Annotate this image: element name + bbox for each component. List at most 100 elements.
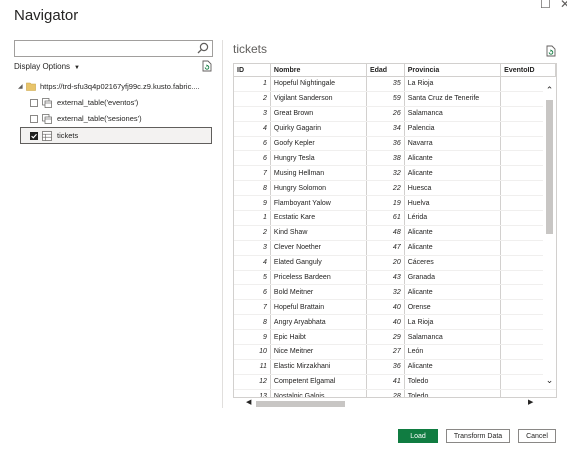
refresh-icon[interactable] [201,60,212,72]
cell-id: 2 [234,91,271,107]
preview-title: tickets [233,42,268,56]
cell-provincia: Alicante [404,165,502,182]
cell-provincia: Orense [404,299,502,316]
table-row[interactable]: 2 Vigilant Sanderson 59 Santa Cruz de Tener… [234,91,556,107]
cell-id: 1 [234,76,271,92]
cell-nombre: Elated Ganguly [270,255,367,271]
checkbox[interactable] [30,99,38,107]
scroll-thumb[interactable] [546,100,553,234]
table-row[interactable]: 12 Competent Elgamal 41 Toledo [234,374,556,390]
cell-edad: 34 [366,121,405,137]
checkbox[interactable] [30,115,38,123]
cell-id: 12 [234,374,271,390]
preview-grid[interactable]: ID Nombre Edad Provincia EventoID 1 Hopef… [233,63,557,398]
cell-provincia: Salamanca [404,106,502,122]
cell-provincia: Huelva [404,195,502,212]
table-row[interactable]: 1 Ecstatic Kare 61 Lérida [234,210,556,226]
tree-root-label: https://trd-sfu3q4p02167yfj99c.z9.kusto.… [40,82,200,91]
search-icon[interactable] [197,42,209,54]
cell-nombre: Hungry Tesla [270,150,367,167]
table-row[interactable]: 3 Clever Noether 47 Alicante [234,240,556,256]
cell-nombre: Priceless Bardeen [270,270,367,286]
cell-nombre: Nice Meitner [270,344,367,360]
scroll-down-icon[interactable]: ⌄ [544,375,555,385]
table-row[interactable]: 6 Bold Meitner 32 Alicante [234,284,556,301]
table-row[interactable]: 9 Epic Haibt 29 Salamanca [234,329,556,346]
table-row[interactable]: 7 Hopeful Brattain 40 Orense [234,299,556,316]
cell-provincia: Alicante [404,359,502,375]
table-row[interactable]: 4 Quirky Gagarin 34 Palencia [234,121,556,137]
cancel-button[interactable]: Cancel [518,429,556,443]
chevron-down-icon: ▼ [74,65,80,71]
table-row[interactable]: 13 Nostalgic Galois 28 Toledo [234,389,556,397]
transform-data-button[interactable]: Transform Data [446,429,510,443]
table-row[interactable]: 2 Kind Shaw 48 Alicante [234,225,556,241]
cell-provincia: León [404,344,502,360]
scroll-thumb[interactable] [256,401,345,407]
cell-edad: 41 [366,374,405,390]
cell-edad: 28 [366,389,405,397]
column-header-nombre[interactable]: Nombre [270,64,367,77]
cell-id: 11 [234,359,271,375]
column-header-eventoid[interactable]: EventoID [500,64,556,77]
cell-provincia: Salamanca [404,329,502,346]
table-row[interactable]: 6 Hungry Tesla 38 Alicante [234,150,556,167]
folder-icon [26,82,36,91]
search-box [14,40,213,57]
table-row[interactable]: 4 Elated Ganguly 20 Cáceres [234,255,556,271]
table-row[interactable]: 10 Nice Meitner 27 León [234,344,556,360]
table-row[interactable]: 5 Priceless Bardeen 43 Granada [234,270,556,286]
column-header-provincia[interactable]: Provincia [404,64,502,77]
table-row[interactable]: 3 Great Brown 26 Salamanca [234,106,556,122]
restore-icon[interactable]: ☐ [540,0,551,11]
expand-arrow-icon[interactable]: ◢ [18,83,23,90]
cell-id: 8 [234,180,271,197]
cell-provincia: Alicante [404,225,502,241]
table-row[interactable]: 1 Hopeful Nightingale 35 La Rioja [234,76,556,92]
scroll-left-icon[interactable]: ◀ [246,398,251,406]
load-button[interactable]: Load [398,429,438,443]
horizontal-scrollbar[interactable]: ◀ ▶ [234,398,543,409]
table-row[interactable]: 6 Goofy Kepler 36 Navarra [234,136,556,152]
scroll-up-icon[interactable]: ⌃ [544,85,555,95]
cell-nombre: Clever Noether [270,240,367,256]
table-row[interactable]: 7 Musing Hellman 32 Alicante [234,165,556,182]
close-icon[interactable]: ✕ [560,0,567,11]
cell-nombre: Kind Shaw [270,225,367,241]
cell-nombre: Musing Hellman [270,165,367,182]
checkbox-checked[interactable] [30,132,38,140]
panel-divider[interactable] [222,40,223,408]
refresh-icon[interactable] [545,45,556,57]
display-options-dropdown[interactable]: Display Options ▼ [14,62,80,71]
column-header-id[interactable]: ID [234,64,271,77]
cell-id: 3 [234,106,271,122]
search-input[interactable] [15,41,195,56]
cell-id: 6 [234,136,271,152]
cell-provincia: Cáceres [404,255,502,271]
scroll-right-icon[interactable]: ▶ [528,398,533,406]
column-header-edad[interactable]: Edad [366,64,405,77]
cell-nombre: Goofy Kepler [270,136,367,152]
cell-provincia: La Rioja [404,314,502,331]
cell-provincia: Santa Cruz de Tenerife [404,91,502,107]
cell-edad: 47 [366,240,405,256]
table-row[interactable]: 8 Hungry Solomon 22 Huesca [234,180,556,197]
table-row[interactable]: 11 Elastic Mirzakhani 36 Alicante [234,359,556,375]
cell-nombre: Hopeful Brattain [270,299,367,316]
vertical-scrollbar[interactable]: ⌃ ⌄ [543,83,556,388]
cell-provincia: Granada [404,270,502,286]
table-row[interactable]: 8 Angry Aryabhata 40 La Rioja [234,314,556,331]
checkmark-icon [31,133,37,139]
cell-provincia: Huesca [404,180,502,197]
cell-nombre: Elastic Mirzakhani [270,359,367,375]
table-row[interactable]: 9 Flamboyant Yalow 19 Huelva [234,195,556,212]
cell-edad: 36 [366,136,405,152]
external-table-icon [42,114,52,124]
cell-nombre: Competent Elgamal [270,374,367,390]
cell-id: 7 [234,165,271,182]
cell-nombre: Epic Haibt [270,329,367,346]
cell-edad: 32 [366,165,405,182]
table-icon [42,131,52,141]
window-title: Navigator [14,7,79,24]
cell-nombre: Quirky Gagarin [270,121,367,137]
